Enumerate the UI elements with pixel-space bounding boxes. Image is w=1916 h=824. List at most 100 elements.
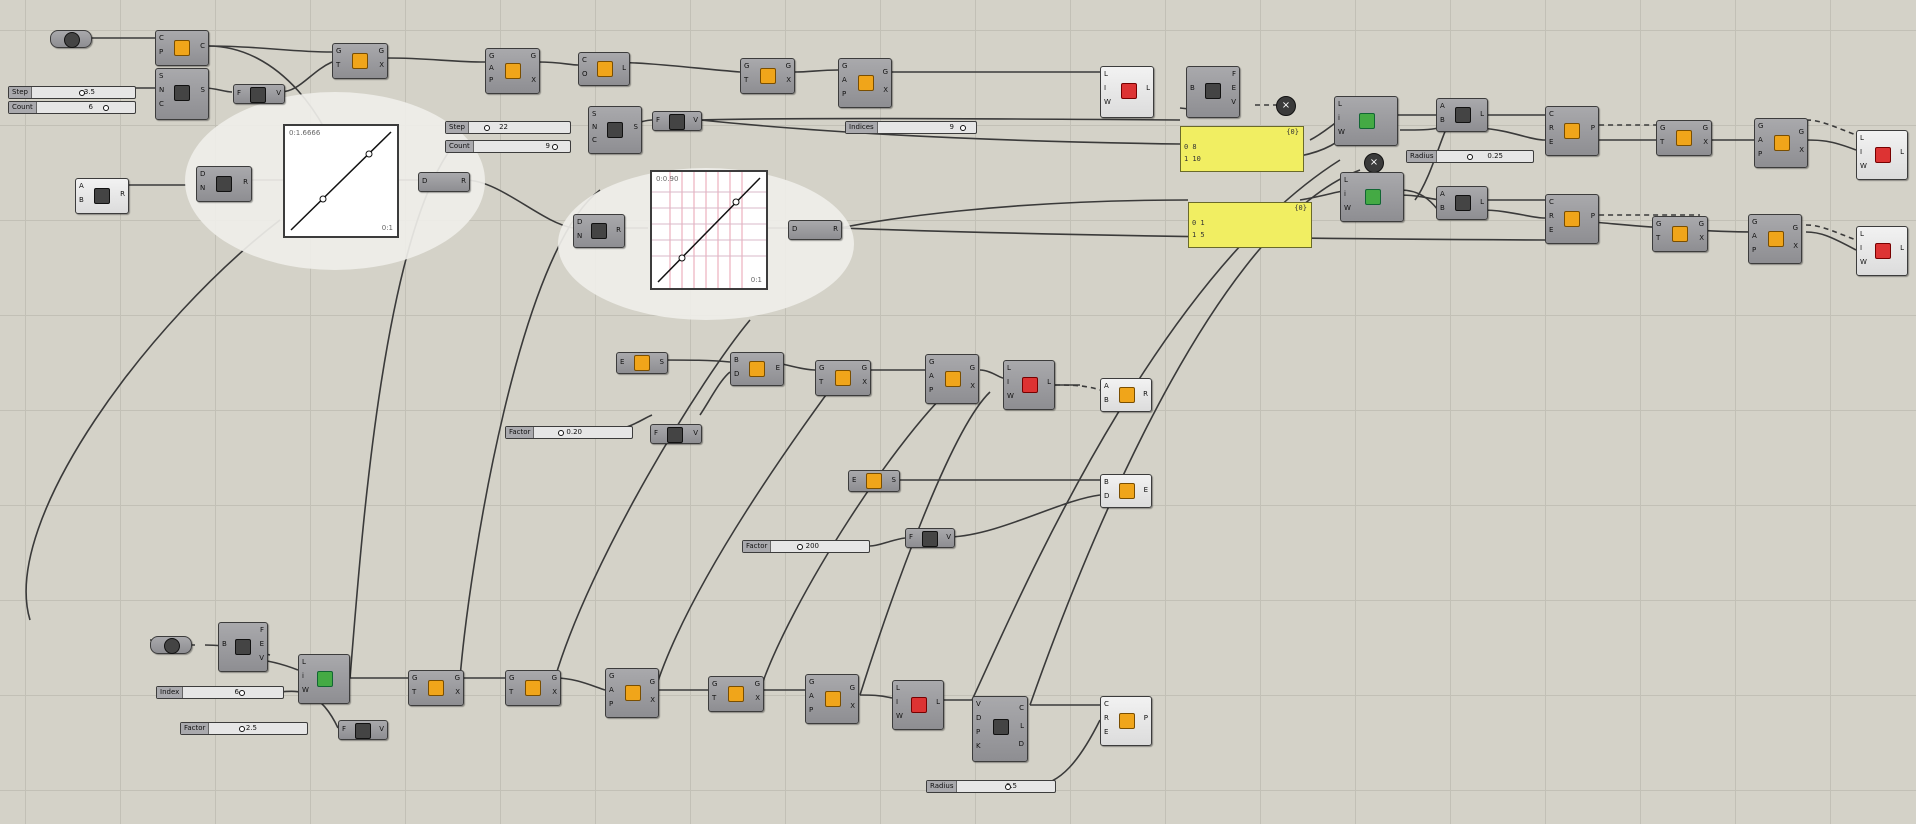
move-component-3[interactable]: GTGX — [1652, 216, 1708, 252]
nurbs-curve-component[interactable]: VDPK CLD — [972, 696, 1028, 762]
cull-icon — [911, 697, 927, 713]
slider-knob[interactable] — [239, 726, 245, 732]
slider-knob[interactable] — [1467, 154, 1473, 160]
region-union-component[interactable]: ABR — [1100, 378, 1152, 412]
expression-icon — [922, 531, 938, 547]
slider-knob[interactable] — [797, 544, 803, 550]
move-component-1[interactable]: GTGX — [740, 58, 795, 94]
step-slider-2[interactable]: Step 22 — [445, 121, 571, 134]
sweep-component[interactable]: GAPGX — [485, 48, 540, 94]
point-on-plane-component[interactable]: GTGX — [332, 43, 388, 79]
plane-icon — [174, 40, 190, 56]
move-component-5[interactable]: GTGX — [408, 670, 464, 706]
point-component[interactable] — [50, 30, 92, 48]
remap-icon — [591, 223, 607, 239]
panel-2[interactable]: {0} 0 1 1 5 — [1188, 202, 1312, 248]
expression-icon — [355, 723, 371, 739]
sphere-component-1[interactable]: ES — [616, 352, 668, 374]
graph-mapper-1[interactable]: 0:1.6666 0:1 — [283, 124, 399, 238]
list-icon — [597, 61, 613, 77]
rotate-icon — [858, 75, 874, 91]
list-item-component-1[interactable]: LiW — [1334, 96, 1398, 146]
slider-knob[interactable] — [552, 144, 558, 150]
boolean-component-1[interactable]: BDE — [730, 352, 784, 386]
slider-knob[interactable] — [960, 125, 966, 131]
factor-slider-1[interactable]: Factor 0.20 — [505, 426, 633, 439]
move-component-6[interactable]: GTGX — [505, 670, 561, 706]
remap-component-2[interactable]: DNR — [573, 214, 625, 248]
relay-x-2[interactable]: × — [1364, 153, 1384, 173]
explode-component-2[interactable]: BFEV — [218, 622, 268, 672]
graph-mapper-1-input[interactable]: DNR — [196, 166, 252, 202]
slider-knob[interactable] — [484, 125, 490, 131]
series-component[interactable]: SNCS — [155, 68, 209, 120]
cull-component-3[interactable]: LIWL — [1856, 226, 1908, 276]
graph-mapper-2[interactable]: 0:0.90 0:1 — [650, 170, 768, 290]
cull-icon — [1875, 147, 1891, 163]
cull-component-5[interactable]: LIWL — [892, 680, 944, 730]
series-component-2[interactable]: SNCS — [588, 106, 642, 154]
slider-knob[interactable] — [239, 690, 245, 696]
radius-slider-2[interactable]: Radius 0.5 — [926, 780, 1056, 793]
rotate-icon — [945, 371, 961, 387]
rotate-component-6[interactable]: GAPGX — [805, 674, 859, 724]
line-component-2[interactable]: ABL — [1436, 186, 1488, 220]
factor-slider-2[interactable]: Factor 200 — [742, 540, 870, 553]
expression-component-1[interactable]: FV — [233, 84, 285, 104]
boolean-component-2[interactable]: BDE — [1100, 474, 1152, 508]
graph-curve-2 — [652, 172, 766, 288]
expression-component-3[interactable]: FV — [650, 424, 702, 444]
count-slider-2[interactable]: Count 9 — [445, 140, 571, 153]
factor-slider-3[interactable]: Factor 2.5 — [180, 722, 308, 735]
sphere-component-2[interactable]: ES — [848, 470, 900, 492]
line-component-1[interactable]: ABL — [1436, 98, 1488, 132]
cull-component-4[interactable]: LIWL — [1003, 360, 1055, 410]
graph-output-2[interactable]: DR — [788, 220, 842, 240]
slider-knob[interactable] — [1005, 784, 1011, 790]
expression-component-2[interactable]: FV — [652, 111, 702, 131]
pipe-component-3[interactable]: CREP — [1100, 696, 1152, 746]
rotate-component-1[interactable]: GAPGX — [838, 58, 892, 108]
move-component-4[interactable]: GTGX — [815, 360, 871, 396]
union-icon — [1119, 387, 1135, 403]
point-icon — [64, 32, 80, 48]
grasshopper-canvas[interactable]: CPC SNCS FV GTGX ABR DNR 0:1.6666 0:1 DR… — [0, 0, 1916, 824]
sphere-icon — [866, 473, 882, 489]
cull-index-component[interactable]: LIWL — [1100, 66, 1154, 118]
rotate-icon — [505, 63, 521, 79]
step-slider[interactable]: Step 3.5 — [8, 86, 136, 99]
cull-icon — [1875, 243, 1891, 259]
list-item-icon — [317, 671, 333, 687]
list-item-component-2[interactable]: LiW — [1340, 172, 1404, 222]
subtraction-component[interactable]: ABR — [75, 178, 129, 214]
pipe-component-1[interactable]: CREP — [1545, 106, 1599, 156]
point-component-2[interactable] — [150, 636, 192, 654]
rotate-component-4[interactable]: GAPGX — [925, 354, 979, 404]
slider-knob[interactable] — [558, 430, 564, 436]
plane-component[interactable]: CPC — [155, 30, 209, 66]
graph-output-1[interactable]: DR — [418, 172, 470, 192]
relay-x-1[interactable]: × — [1276, 96, 1296, 116]
list-item-component-3[interactable]: LiW — [298, 654, 350, 704]
panel-1[interactable]: {0} 0 8 1 10 — [1180, 126, 1304, 172]
slider-knob[interactable] — [103, 105, 109, 111]
indices-slider[interactable]: Indices 9 — [845, 121, 977, 134]
rotate-component-2[interactable]: GAPGX — [1754, 118, 1808, 168]
list-component[interactable]: COL — [578, 52, 630, 86]
radius-slider-1[interactable]: Radius 0.25 — [1406, 150, 1534, 163]
rotate-component-5[interactable]: GAPGX — [605, 668, 659, 718]
expression-component-5[interactable]: FV — [338, 720, 388, 740]
index-slider[interactable]: Index 6 — [156, 686, 284, 699]
cull-component-2[interactable]: LIWL — [1856, 130, 1908, 180]
graph-1-top: 0:1.6666 — [289, 129, 321, 137]
move-component-7[interactable]: GTGX — [708, 676, 764, 712]
move-icon — [525, 680, 541, 696]
pipe-component-2[interactable]: CREP — [1545, 194, 1599, 244]
move-component-2[interactable]: GTGX — [1656, 120, 1712, 156]
expression-component-4[interactable]: FV — [905, 528, 955, 548]
explode-component[interactable]: BFEV — [1186, 66, 1240, 118]
count-slider[interactable]: Count 6 — [8, 101, 136, 114]
move-icon — [835, 370, 851, 386]
boolean-icon — [749, 361, 765, 377]
rotate-component-3[interactable]: GAPGX — [1748, 214, 1802, 264]
